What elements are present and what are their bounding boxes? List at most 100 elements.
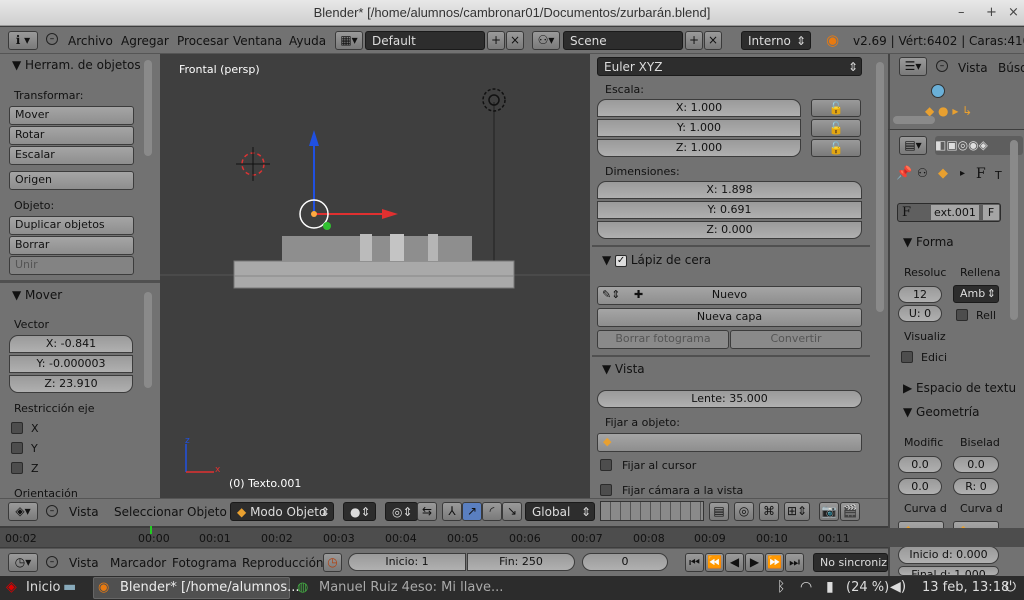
current-frame-field[interactable]: 0 (582, 553, 668, 571)
font-datablock-name[interactable]: ext.001 (931, 205, 979, 220)
duplicate-objects-button[interactable]: Duplicar objetos (9, 216, 134, 235)
wifi-icon[interactable]: ◠ (800, 579, 812, 595)
manipulator-toggle-icon[interactable]: ⇆ (417, 502, 437, 521)
pin-icon[interactable]: 📌 (896, 166, 912, 181)
jump-keyframe-forward-icon[interactable]: ⏩ (765, 553, 784, 572)
operator-panel-header[interactable]: ▼ Mover (12, 288, 62, 302)
play-icon[interactable]: ▶ (745, 553, 764, 572)
menu-procesar[interactable]: Procesar (177, 32, 229, 50)
power-icon[interactable]: ⏻ (1005, 579, 1016, 595)
timeline-type-icon[interactable]: ◷▾ (8, 553, 38, 572)
start-frame-field[interactable]: Inicio: 1 (348, 553, 466, 571)
shape-panel-header[interactable]: ▼ Forma (903, 235, 954, 249)
jump-keyframe-back-icon[interactable]: ⏪ (705, 553, 724, 572)
lock-cursor-checkbox[interactable] (600, 459, 612, 471)
constraint-y-checkbox[interactable] (11, 442, 23, 454)
fill-mode-select[interactable]: Amb ⇕ (953, 285, 999, 303)
vector-y-field[interactable]: Y: -0.000003 (9, 355, 133, 373)
menu-archivo[interactable]: Archivo (68, 32, 113, 50)
start-menu-icon[interactable]: ◈ (6, 579, 17, 595)
playback-menu[interactable]: Reproducción (242, 554, 324, 572)
snap-toggle-icon[interactable]: ⌘ (759, 502, 779, 521)
mode-select[interactable]: ◆ Modo Objeto ⇕ (230, 502, 334, 521)
sync-mode-select[interactable]: No sincroniza (813, 553, 888, 572)
grease-pencil-checkbox[interactable]: ✓ (615, 254, 628, 267)
manipulator-translate-icon[interactable]: ⅄ (442, 502, 462, 521)
bevel-depth-field[interactable]: 0.0 (953, 456, 999, 473)
object-menu[interactable]: Objeto (187, 503, 227, 521)
origin-button[interactable]: Origen (9, 171, 134, 190)
manipulator-scale-icon[interactable]: ↘ (502, 502, 522, 521)
outliner-scrollbar[interactable] (893, 116, 935, 124)
start-label[interactable]: Inicio (26, 580, 60, 595)
move-button[interactable]: Mover (9, 106, 134, 125)
volume-icon[interactable]: ◀) (890, 579, 906, 595)
scale-y-field[interactable]: Y: 1.000 (597, 119, 801, 137)
convert-button[interactable]: Convertir (730, 330, 862, 349)
lock-object-field[interactable]: ◆ (597, 433, 862, 452)
resolution-field[interactable]: 12 (898, 286, 942, 303)
dimension-y-field[interactable]: Y: 0.691 (597, 201, 862, 219)
operator-scrollbar[interactable] (144, 292, 152, 388)
offset-field[interactable]: 0.0 (898, 456, 942, 473)
constraint-x-checkbox[interactable] (11, 422, 23, 434)
delete-screen-button[interactable]: × (506, 31, 524, 50)
render-engine-select[interactable]: Interno ⇕ (741, 31, 811, 50)
jump-end-icon[interactable]: ⏭ (785, 553, 804, 572)
view-panel-header[interactable]: ▼ Vista (602, 362, 645, 376)
add-scene-button[interactable]: + (685, 31, 703, 50)
end-frame-field[interactable]: Fin: 250 (467, 553, 575, 571)
pivot-point-select[interactable]: ◎⇕ (385, 502, 418, 521)
scale-x-field[interactable]: X: 1.000 (597, 99, 801, 117)
lens-field[interactable]: Lente: 35.000 (597, 390, 862, 408)
texture-space-header[interactable]: ▶ Espacio de textu (903, 381, 1016, 395)
outliner-type-icon[interactable]: ☰▾ (899, 57, 927, 76)
extrude-field[interactable]: 0.0 (898, 478, 942, 495)
menu-ayuda[interactable]: Ayuda (289, 32, 326, 50)
vector-z-field[interactable]: Z: 23.910 (9, 375, 133, 393)
delete-button[interactable]: Borrar (9, 236, 134, 255)
lock-scale-x-icon[interactable]: 🔓 (811, 99, 861, 117)
outliner-collapse-icon[interactable]: – (936, 60, 948, 72)
tool-shelf-divider[interactable] (0, 280, 160, 283)
outliner-view-menu[interactable]: Vista (958, 59, 988, 77)
lock-scale-y-icon[interactable]: 🔓 (811, 119, 861, 137)
lock-camera-checkbox[interactable] (600, 484, 612, 496)
play-reverse-icon[interactable]: ◀ (725, 553, 744, 572)
minimize-button[interactable]: – (958, 0, 965, 26)
rotation-mode-select[interactable]: Euler XYZ ⇕ (597, 57, 862, 76)
jump-start-icon[interactable]: ⏮ (685, 553, 704, 572)
render-icon[interactable]: 📷 (819, 502, 839, 521)
timeline-collapse-icon[interactable]: – (46, 556, 58, 568)
taskbar-browser-item[interactable]: Manuel Ruiz 4eso: Mi llave... (319, 580, 503, 595)
3d-viewport[interactable]: z x Frontal (persp) (0) Texto.001 (160, 54, 590, 498)
delete-frame-button[interactable]: Borrar fotograma (597, 330, 729, 349)
maximize-button[interactable]: + (986, 0, 997, 26)
screen-layout-icon[interactable]: ▦▾ (335, 31, 363, 50)
properties-editor-scrollbar[interactable] (1010, 140, 1018, 320)
bevel-end-field[interactable]: Final d: 1.000 (898, 566, 999, 576)
view-menu[interactable]: Vista (69, 503, 99, 521)
properties-type-icon[interactable]: ▤▾ (899, 136, 927, 155)
grease-pencil-header[interactable]: ▼ ✓ Lápiz de cera (602, 253, 711, 267)
battery-icon[interactable]: ▮ (826, 579, 834, 595)
info-editor-type-button[interactable]: ℹ ▾ (8, 31, 38, 50)
constraint-z-checkbox[interactable] (11, 462, 23, 474)
scale-button[interactable]: Escalar (9, 146, 134, 165)
scene-icon[interactable]: ⚇▾ (532, 31, 560, 50)
snap-element-icon[interactable]: ⊞⇕ (784, 502, 810, 521)
world-icon[interactable] (931, 84, 945, 98)
timeline-view-menu[interactable]: Vista (69, 554, 99, 572)
close-button[interactable]: × (1008, 0, 1019, 26)
new-layer-button[interactable]: Nueva capa (597, 308, 862, 327)
manipulator-rotate-icon[interactable]: ◜ (482, 502, 502, 521)
select-menu[interactable]: Seleccionar (114, 503, 183, 521)
bluetooth-icon[interactable]: ᛒ (777, 579, 785, 595)
layer-buttons[interactable] (600, 501, 704, 521)
edit-display-checkbox[interactable] (901, 351, 913, 363)
manipulator-move-icon[interactable]: ↗ (462, 502, 482, 521)
tool-shelf-scrollbar[interactable] (144, 60, 152, 156)
viewport-shading-select[interactable]: ●⇕ (343, 502, 376, 521)
preview-range-icon[interactable]: ◷ (323, 553, 342, 572)
bevel-resolution-field[interactable]: R: 0 (953, 478, 999, 495)
